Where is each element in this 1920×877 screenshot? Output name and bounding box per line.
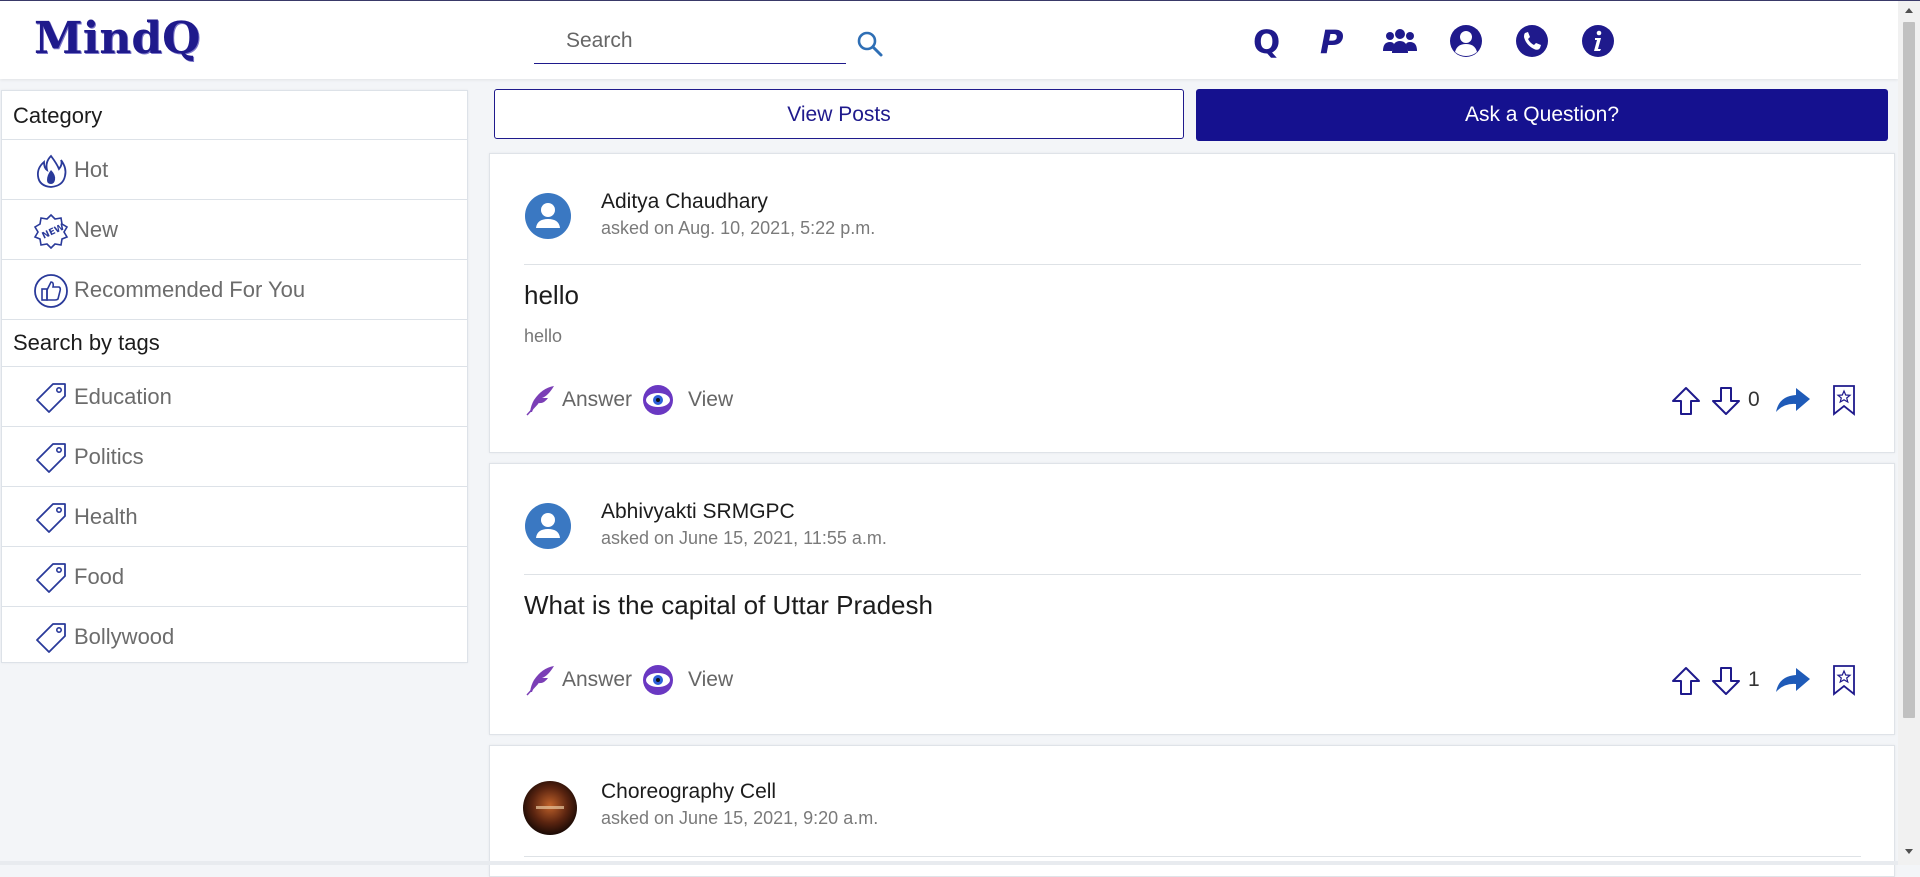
card-divider [524,574,1861,575]
tag-item-food[interactable]: Food [2,547,467,607]
view-posts-button[interactable]: View Posts [494,89,1184,139]
question-title[interactable]: What is the capital of Uttar Pradesh [524,590,933,621]
sidebar: Category Hot NEW New Recommended For You… [1,90,468,663]
question-card: Abhivyakti SRMGPC asked on June 15, 2021… [489,463,1895,735]
fire-icon [36,154,67,188]
downvote-arrow-icon[interactable] [1710,385,1742,417]
question-title[interactable]: hello [524,280,579,311]
tag-icon [36,443,66,473]
category-heading: Category [2,91,467,140]
share-arrow-icon[interactable] [1774,664,1812,696]
site-logo[interactable]: MindQ [34,13,201,64]
tag-icon [36,383,66,413]
sidebar-item-recommended[interactable]: Recommended For You [2,260,467,320]
question-card: Choreography Cell asked on June 15, 2021… [489,745,1895,877]
thumbs-up-icon [34,274,68,308]
author-name[interactable]: Aditya Chaudhary [601,190,768,214]
author-name[interactable]: Choreography Cell [601,780,776,804]
card-divider [524,856,1861,857]
bottom-edge [0,861,1898,865]
tag-icon [36,623,66,653]
eye-icon[interactable] [642,384,674,416]
default-avatar-icon[interactable] [524,192,572,240]
search-input[interactable] [534,19,868,63]
bookmark-icon[interactable] [1828,384,1860,416]
upvote-arrow-icon[interactable] [1670,385,1702,417]
question-body: hello [524,326,563,346]
groups-icon[interactable] [1382,23,1418,59]
tag-label: Food [74,564,125,589]
tag-item-politics[interactable]: Politics [2,427,467,487]
scrollbar-thumb[interactable] [1903,22,1915,718]
author-name[interactable]: Abhivyakti SRMGPC [601,500,795,524]
scroll-down-icon[interactable] [1904,846,1914,856]
tag-label: Bollywood [74,624,175,649]
quill-pen-icon[interactable] [524,384,556,416]
sidebar-item-label: Recommended For You [74,277,306,302]
bookmark-icon[interactable] [1828,664,1860,696]
tag-label: Politics [74,444,144,469]
ask-question-button[interactable]: Ask a Question? [1196,89,1888,141]
downvote-arrow-icon[interactable] [1710,665,1742,697]
view-link[interactable]: View [688,388,733,412]
tag-item-bollywood[interactable]: Bollywood [2,607,467,666]
search-icon[interactable] [856,30,884,58]
sidebar-item-label: Hot [74,157,109,182]
info-icon[interactable] [1580,23,1616,59]
upvote-arrow-icon[interactable] [1670,665,1702,697]
tag-icon [36,503,66,533]
card-divider [524,264,1861,265]
asked-timestamp: asked on Aug. 10, 2021, 5:22 p.m. [601,218,876,238]
contact-phone-icon[interactable] [1514,23,1550,59]
tag-label: Health [74,504,138,529]
quill-pen-icon[interactable] [524,664,556,696]
answer-link[interactable]: Answer [562,388,632,412]
tag-label: Education [74,384,172,409]
vote-count: 0 [1748,388,1760,411]
vote-count: 1 [1748,668,1760,691]
questions-q-icon[interactable]: Q [1250,23,1286,59]
share-arrow-icon[interactable] [1774,384,1812,416]
view-link[interactable]: View [688,668,733,692]
answer-link[interactable]: Answer [562,668,632,692]
sidebar-item-label: New [74,217,119,242]
new-badge-icon: NEW [33,213,69,249]
tag-icon [36,563,66,593]
profile-icon[interactable] [1448,23,1484,59]
sidebar-item-new[interactable]: NEW New [2,200,467,260]
scroll-up-icon[interactable] [1904,6,1914,16]
sidebar-item-hot[interactable]: Hot [2,140,467,200]
tags-heading: Search by tags [2,320,467,367]
asked-timestamp: asked on June 15, 2021, 11:55 a.m. [601,528,887,548]
posts-p-icon[interactable]: P [1316,23,1352,59]
svg-text:Q: Q [1253,23,1280,59]
default-avatar-icon[interactable] [524,502,572,550]
top-navbar: MindQ Q P [0,1,1898,79]
tag-item-education[interactable]: Education [2,367,467,427]
eye-icon[interactable] [642,664,674,696]
svg-text:P: P [1320,23,1344,59]
tag-item-health[interactable]: Health [2,487,467,547]
asked-timestamp: asked on June 15, 2021, 9:20 a.m. [601,808,879,828]
search-bar [534,19,868,64]
question-card: Aditya Chaudhary asked on Aug. 10, 2021,… [489,153,1895,453]
profile-photo-avatar[interactable] [522,780,578,836]
